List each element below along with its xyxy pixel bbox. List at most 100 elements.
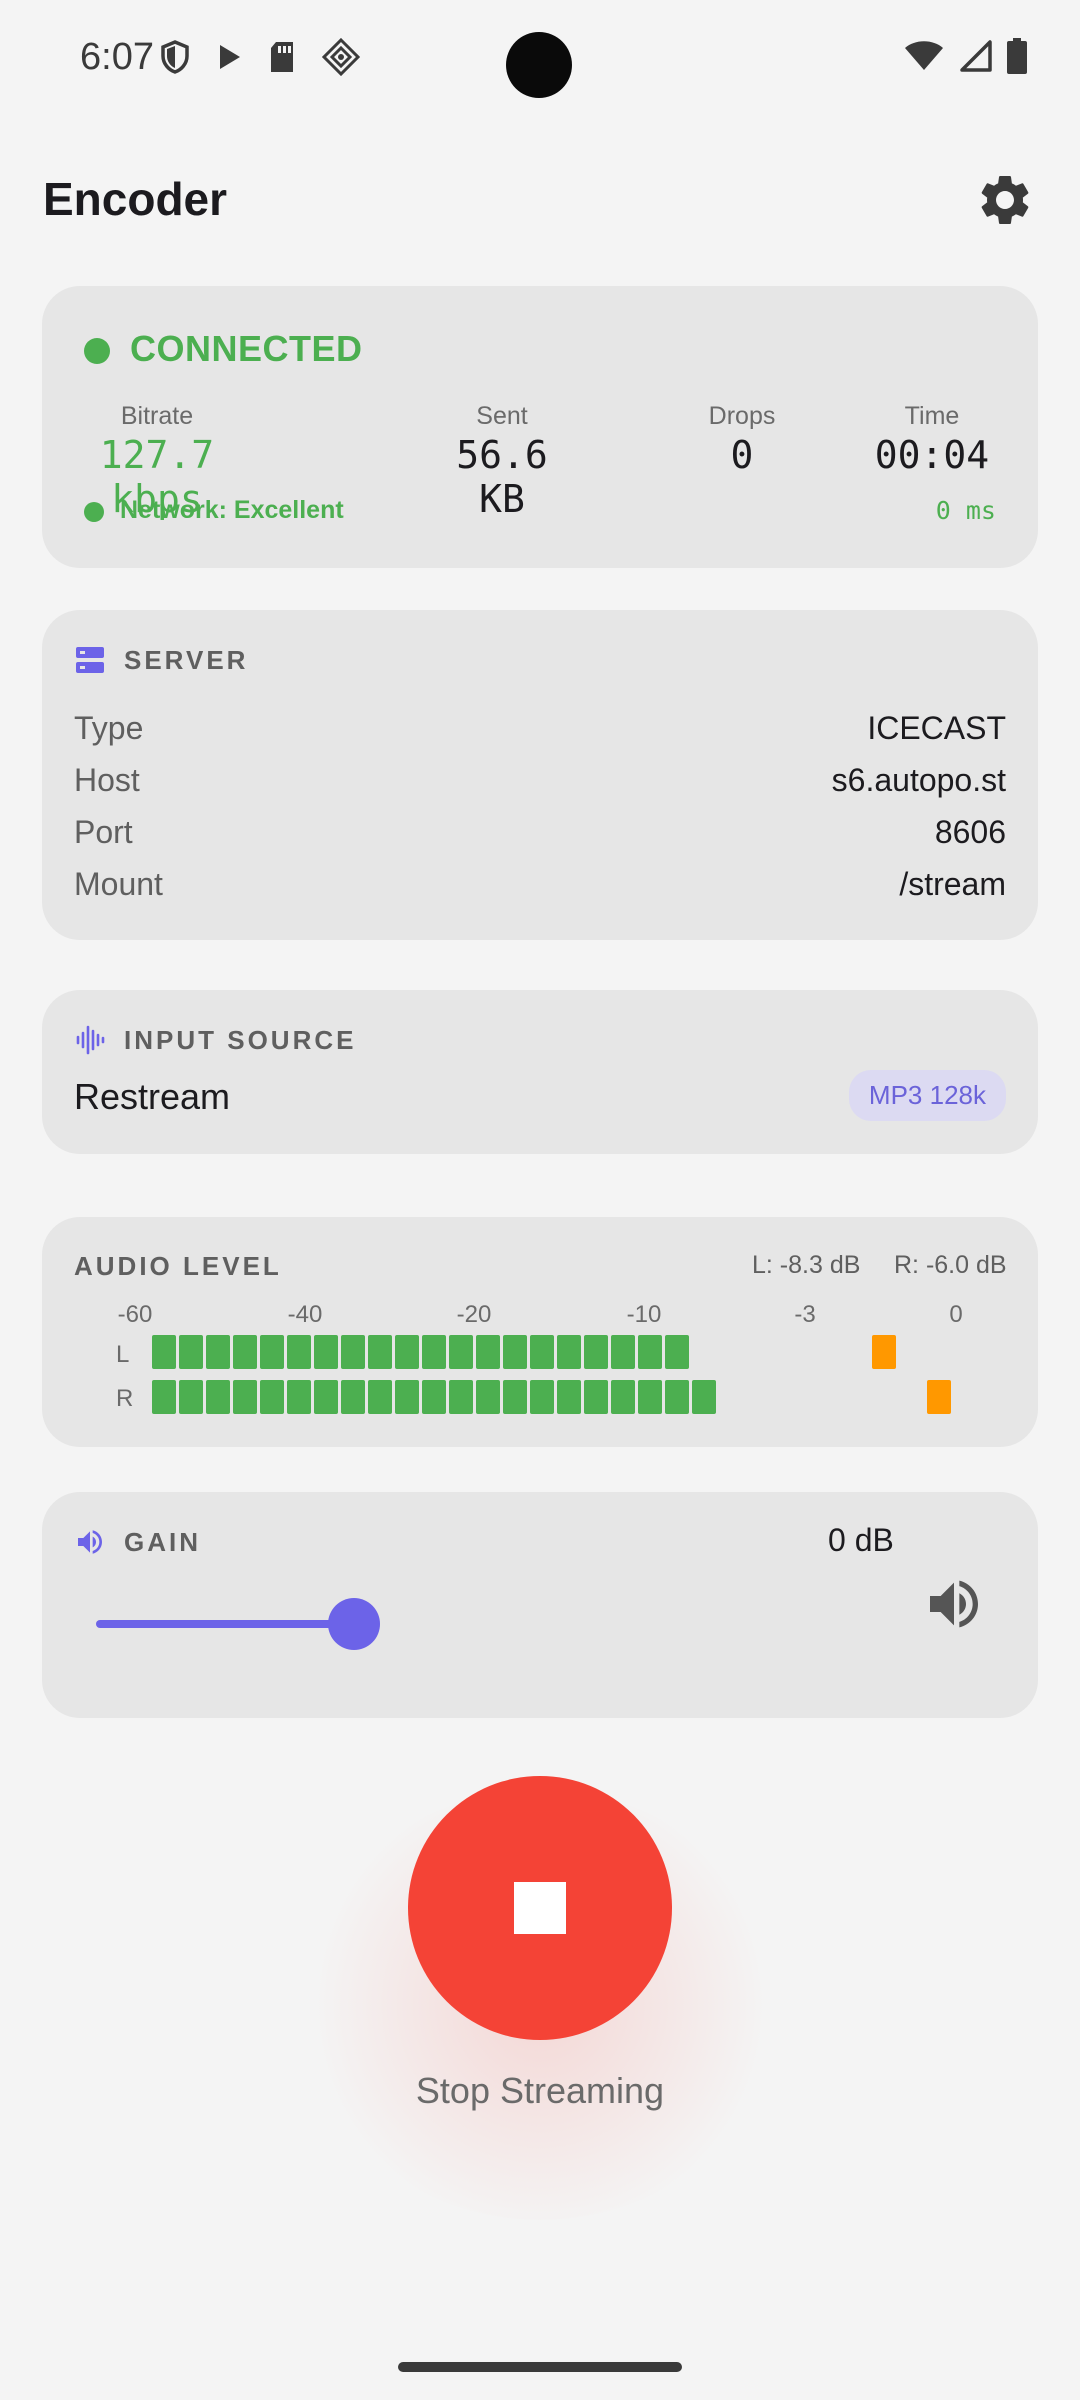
row-value: s6.autopo.st <box>831 762 1006 798</box>
meter-segment <box>476 1380 500 1414</box>
server-title: SERVER <box>124 644 249 675</box>
network-dot <box>84 502 104 522</box>
meter-segment <box>152 1380 176 1414</box>
meter-segment <box>179 1335 203 1369</box>
row-key: Host <box>74 762 140 798</box>
gain-header: GAIN <box>74 1526 201 1558</box>
status-bar: 6:07 <box>0 0 1080 120</box>
page-title: Encoder <box>43 173 228 225</box>
stop-streaming-button[interactable] <box>408 1776 672 2040</box>
meter-segment <box>260 1335 284 1369</box>
meter-segment <box>395 1380 419 1414</box>
meter-segment <box>206 1380 230 1414</box>
camera-cutout <box>506 32 572 98</box>
row-key: Type <box>74 710 144 746</box>
volume-icon[interactable] <box>922 1572 986 1636</box>
meter-segment <box>422 1380 446 1414</box>
channel-label-right: R <box>116 1385 134 1412</box>
row-value: /stream <box>899 866 1006 902</box>
meter-segment <box>449 1335 473 1369</box>
connection-dot <box>84 338 110 364</box>
status-system-icons <box>904 38 1028 74</box>
stat-drops: Drops 0 <box>682 402 802 477</box>
shield-icon <box>161 40 189 74</box>
meter-segment <box>692 1380 716 1414</box>
meter-segment <box>530 1380 554 1414</box>
stat-value: 00:04 <box>874 433 990 477</box>
signal-icon <box>960 40 992 72</box>
gain-value: 0 dB <box>828 1522 894 1558</box>
meter-segment <box>449 1380 473 1414</box>
latency-value: 0 ms <box>935 496 996 525</box>
peak-indicator <box>927 1380 951 1414</box>
channel-label-left: L <box>116 1341 130 1368</box>
status-notification-icons <box>160 38 360 76</box>
gain-card: GAIN 0 dB <box>42 1492 1038 1718</box>
server-row-port: Port 8606 <box>74 814 1006 851</box>
meter-segment <box>314 1380 338 1414</box>
meter-segment <box>341 1335 365 1369</box>
meter-segment <box>260 1380 284 1414</box>
meter-segment <box>584 1335 608 1369</box>
peak-indicator <box>872 1335 896 1369</box>
server-icon <box>76 647 104 673</box>
row-key: Port <box>74 814 133 850</box>
server-row-type: Type ICECAST <box>74 710 1006 747</box>
meter-segment <box>638 1335 662 1369</box>
gain-title: GAIN <box>124 1526 201 1557</box>
input-source-card[interactable]: INPUT SOURCE Restream MP3 128k <box>42 990 1038 1154</box>
meter-segment <box>584 1380 608 1414</box>
connection-status: CONNECTED <box>130 328 363 369</box>
meter-segment <box>476 1335 500 1369</box>
source-name: Restream <box>74 1076 231 1117</box>
stop-icon <box>514 1882 566 1934</box>
row-value: 8606 <box>934 814 1006 850</box>
meter-segment <box>611 1380 635 1414</box>
meter-segment <box>503 1335 527 1369</box>
meter-segment <box>314 1335 338 1369</box>
stat-label: Drops <box>708 402 776 430</box>
stat-label: Bitrate <box>120 402 194 430</box>
meter-segment <box>638 1380 662 1414</box>
connection-status-card: CONNECTED Bitrate 127.7 kbps Sent 56.6 K… <box>42 286 1038 568</box>
input-source-title: INPUT SOURCE <box>124 1024 357 1055</box>
gain-slider-track[interactable] <box>96 1620 356 1628</box>
server-row-mount: Mount /stream <box>74 866 1006 903</box>
scale-label: -60 <box>117 1301 153 1328</box>
stop-streaming-label[interactable]: Stop Streaming <box>0 2070 1080 2112</box>
home-indicator[interactable] <box>398 2362 682 2372</box>
scale-label: -40 <box>287 1301 323 1328</box>
meter-segment <box>611 1335 635 1369</box>
waveform-icon <box>76 1025 105 1055</box>
input-source-header: INPUT SOURCE <box>74 1024 356 1056</box>
scale-label: -10 <box>626 1301 662 1328</box>
stat-sent: Sent 56.6 KB <box>422 402 582 521</box>
stat-value: 56.6 KB <box>456 433 548 521</box>
meter-segment <box>287 1380 311 1414</box>
meter-segment <box>287 1335 311 1369</box>
server-card: SERVER Type ICECAST Host s6.autopo.st Po… <box>42 610 1038 940</box>
gear-icon[interactable] <box>975 170 1035 230</box>
meter-segment <box>395 1335 419 1369</box>
meter-segment <box>368 1380 392 1414</box>
row-value: ICECAST <box>867 710 1006 746</box>
meter-segment <box>233 1380 257 1414</box>
row-key: Mount <box>74 866 163 902</box>
meter-segment <box>368 1335 392 1369</box>
stat-value: 0 <box>730 433 754 477</box>
gain-slider-thumb[interactable] <box>328 1598 380 1650</box>
battery-icon <box>1007 38 1027 74</box>
left-db-readout: L: -8.3 dB <box>752 1251 861 1279</box>
meter-segment <box>233 1335 257 1369</box>
meter-segment <box>557 1335 581 1369</box>
status-time: 6:07 <box>80 36 154 78</box>
audio-level-title: AUDIO LEVEL <box>74 1251 282 1281</box>
scale-label: -20 <box>456 1301 492 1328</box>
scale-label: -3 <box>794 1301 816 1328</box>
scale-label: 0 <box>949 1301 963 1328</box>
meter-segment <box>665 1380 689 1414</box>
meter-segment <box>422 1335 446 1369</box>
meter-segment <box>206 1335 230 1369</box>
network-quality: Network: Excellent <box>120 496 344 524</box>
format-badge: MP3 128k <box>848 1070 1006 1121</box>
